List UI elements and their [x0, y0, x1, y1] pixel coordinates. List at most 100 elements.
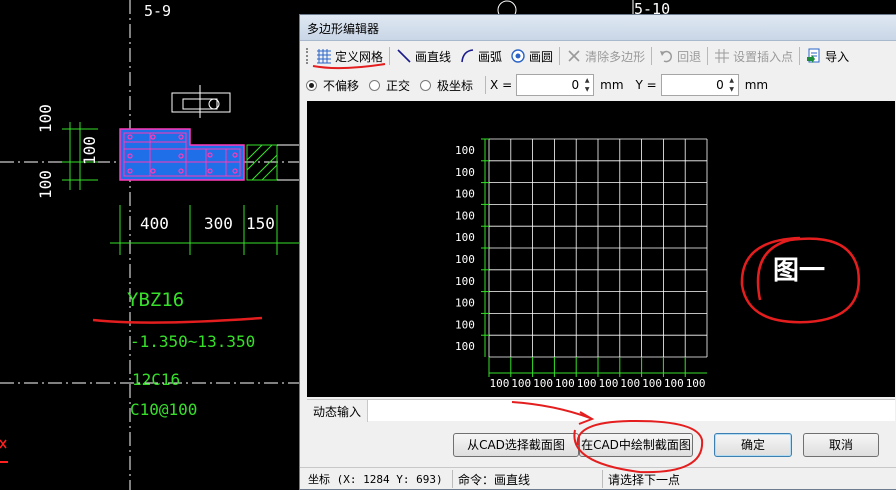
drawing-canvas[interactable]: 100 100 100 100 100 100 100 100 100 100 100 100 100 1…	[307, 101, 895, 397]
no-offset-radio[interactable]: 不偏移	[306, 77, 359, 94]
radio-dot	[369, 79, 381, 91]
draw-arc-button[interactable]: 画弧	[455, 45, 506, 67]
undo-button[interactable]: 回退	[654, 45, 705, 67]
undo-label: 回退	[677, 49, 702, 64]
grid-x-dimension-label: 100	[490, 377, 510, 390]
column-name: YBZ16	[127, 289, 185, 311]
grid-x-dimension-label: 100	[642, 377, 662, 390]
no-offset-label: 不偏移	[323, 78, 360, 93]
x-value: 0	[571, 78, 580, 92]
clear-polygon-button[interactable]: 清除多边形	[562, 45, 649, 67]
y-unit: mm	[744, 78, 769, 92]
circle-icon	[510, 48, 526, 64]
dim-horizontal-2: 300	[204, 214, 233, 233]
draw-line-label: 画直线	[415, 49, 452, 64]
clear-polygon-label: 清除多边形	[585, 49, 646, 64]
cancel-button[interactable]: 取消	[803, 433, 879, 457]
toolbar-grip[interactable]	[306, 48, 309, 64]
draw-circle-label: 画圆	[529, 49, 554, 64]
dialog-title: 多边形编辑器	[307, 22, 380, 36]
status-coordinates: 坐标 (X: 1284 Y: 693)	[308, 473, 443, 486]
figure-annotation-label: 图一	[773, 256, 826, 286]
set-insert-point-label: 设置插入点	[733, 49, 794, 64]
draw-in-cad-button[interactable]: 在CAD中绘制截面图	[579, 433, 693, 457]
grid-y-dimension-label: 100	[455, 188, 475, 201]
line-icon	[396, 48, 412, 64]
grid-y-dimension-label: 100	[455, 340, 475, 353]
status-command: 命令：画直线	[458, 473, 531, 487]
toolbar-separator	[559, 47, 561, 65]
options-separator	[485, 76, 487, 94]
polar-radio[interactable]: 极坐标	[420, 77, 473, 94]
grid-y-dimension-label: 100	[455, 166, 475, 179]
grid-x-dimension-label: 100	[555, 377, 575, 390]
y-value: 0	[716, 78, 724, 92]
x-label: X =	[490, 78, 513, 92]
axis-label-top-left: 5-9	[144, 2, 172, 20]
x-unit: mm	[600, 78, 624, 92]
grid-y-dimension-label: 100	[455, 253, 475, 266]
rebar-stirrup: C10@100	[130, 400, 198, 419]
grid-x-dimension-label: 100	[664, 377, 684, 390]
arc-icon	[459, 48, 475, 64]
grid-drawing: 100100100100100100100100100100100 100 100 1…	[455, 138, 708, 390]
x-spin-arrows-icon[interactable]: ▲ ▼	[582, 76, 592, 94]
orthogonal-radio[interactable]: 正交	[369, 77, 410, 94]
draw-line-button[interactable]: 画直线	[392, 45, 455, 67]
import-button[interactable]: 导入	[802, 45, 853, 67]
toolbar-separator	[707, 47, 709, 65]
dialog-titlebar[interactable]: 多边形编辑器	[300, 15, 896, 41]
grid-y-dimension-label: 100	[455, 318, 475, 331]
snap-options-bar: 不偏移 正交 极坐标 X = 0 ▲ ▼ mm Y = 0 ▲ ▼ mm	[306, 72, 896, 98]
status-divider	[602, 470, 603, 488]
import-icon	[806, 48, 822, 64]
dim-horizontal-3: 150	[246, 214, 275, 233]
rebar-main: 12C16	[132, 370, 181, 389]
grid-y-dimension-label: 100	[455, 144, 475, 157]
y-spin-arrows-icon[interactable]: ▲ ▼	[727, 76, 737, 94]
polar-label: 极坐标	[437, 78, 474, 93]
status-prompt: 请选择下一点	[608, 473, 681, 487]
close-icon	[566, 48, 582, 64]
orthogonal-label: 正交	[386, 78, 411, 93]
toolbar-separator	[651, 47, 653, 65]
tab-dynamic-input[interactable]: 动态输入	[307, 400, 369, 422]
draw-circle-button[interactable]: 画圆	[506, 45, 557, 67]
grid-y-dimension-label: 100	[455, 209, 475, 222]
radio-dot	[306, 79, 317, 91]
x-input[interactable]: 0 ▲ ▼	[516, 74, 595, 96]
define-grid-label: 定义网格	[335, 49, 384, 64]
draw-arc-label: 画弧	[478, 49, 503, 64]
import-label: 导入	[825, 49, 850, 64]
undo-icon	[658, 48, 674, 64]
grid-x-dimension-label: 100	[686, 377, 706, 390]
insert-point-icon	[714, 48, 730, 64]
define-grid-button[interactable]: 定义网格	[312, 45, 387, 67]
grid-icon	[316, 48, 332, 64]
toolbar-separator	[389, 47, 391, 65]
grid-x-dimension-label: 100	[620, 377, 640, 390]
grid-y-dimension-label: 100	[455, 297, 475, 310]
status-divider	[452, 470, 453, 488]
grid-x-dimension-label: 100	[599, 377, 619, 390]
ok-button[interactable]: 确定	[714, 433, 792, 457]
grid-x-dimension-label: 100	[511, 377, 531, 390]
set-insert-point-button[interactable]: 设置插入点	[710, 45, 797, 67]
editor-toolbar: 定义网格 画直线 画弧 画圆 清除多边形 回退 设置插入点 导入	[306, 43, 896, 69]
dim-vertical-top: 100	[36, 104, 55, 133]
toolbar-separator	[799, 47, 801, 65]
column-elevation: -1.350~13.350	[130, 332, 256, 351]
radio-dot	[420, 79, 432, 91]
grid-x-dimension-label: 100	[577, 377, 597, 390]
grid-y-dimension-label: 100	[455, 275, 475, 288]
dim-vertical-bottom: 100	[36, 170, 55, 199]
y-label: Y =	[635, 78, 657, 92]
grid-y-dimension-label: 100	[455, 231, 475, 244]
dim-horizontal-1: 400	[140, 214, 169, 233]
select-from-cad-button[interactable]: 从CAD选择截面图	[453, 433, 579, 457]
grid-x-dimension-label: 100	[533, 377, 553, 390]
bottom-tab-strip: 动态输入	[307, 399, 895, 422]
dim-vertical-mid: 100	[80, 136, 99, 165]
status-bar: 坐标 (X: 1284 Y: 693) 命令：画直线 请选择下一点	[300, 467, 896, 490]
y-input[interactable]: 0 ▲ ▼	[660, 74, 739, 96]
